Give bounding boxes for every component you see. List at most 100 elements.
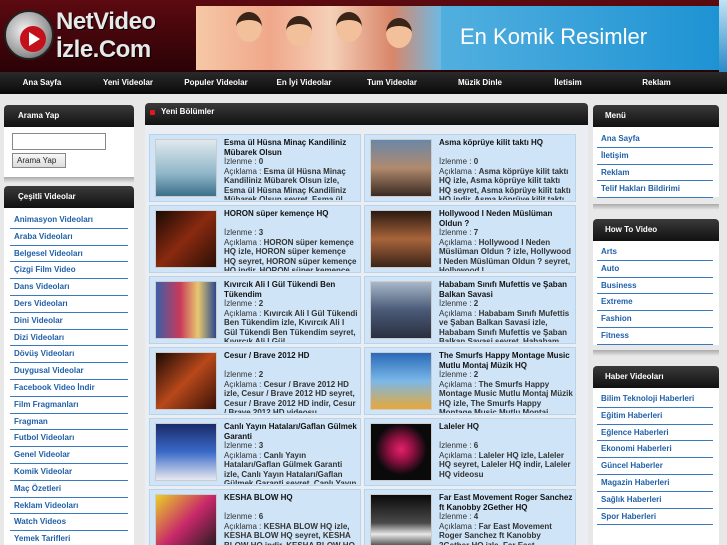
video-card[interactable]: Hababam Sınıfı Mufettis ve Şaban Balkan … xyxy=(364,276,576,344)
views-label: İzlenme : xyxy=(439,512,472,521)
video-title[interactable]: Kıvırcık Ali I Gül Tükendi Ben Tükendim xyxy=(224,280,358,299)
site-logo[interactable]: NetVideo İzle.Com xyxy=(2,4,192,68)
desc-label: Açıklama : xyxy=(224,166,262,176)
category-film-fragmanlari[interactable]: Film Fragmanları xyxy=(10,397,128,414)
category-dans[interactable]: Dans Videoları xyxy=(10,279,128,296)
video-thumbnail[interactable] xyxy=(155,423,217,481)
category-komik[interactable]: Komik Videolar xyxy=(10,464,128,481)
video-thumbnail[interactable] xyxy=(155,139,217,197)
nav-muzik-dinle[interactable]: Müzik Dinle xyxy=(436,72,524,94)
howto-fitness[interactable]: Fitness xyxy=(597,328,713,345)
nav-tum-videolar[interactable]: Tum Videolar xyxy=(348,72,436,94)
video-title[interactable]: Hababam Sınıfı Mufettis ve Şaban Balkan … xyxy=(439,280,573,299)
video-thumbnail[interactable] xyxy=(155,281,217,339)
category-reklam[interactable]: Reklam Videoları xyxy=(10,498,128,515)
nav-en-iyi-videolar[interactable]: En İyi Videolar xyxy=(260,72,348,94)
video-meta: İzlenme : 0 Açıklama : Esma ül Hüsna Mina… xyxy=(224,157,358,200)
search-input[interactable] xyxy=(12,133,106,150)
news-bilim[interactable]: Bilim Teknoloji Haberleri xyxy=(597,391,713,408)
video-thumbnail[interactable] xyxy=(370,352,432,410)
video-title[interactable]: HORON süper kemençe HQ xyxy=(224,209,358,219)
views-count: 6 xyxy=(473,441,479,450)
video-title[interactable]: Esma ül Hüsna Minaç Kandiliniz Mübarek O… xyxy=(224,138,358,157)
video-card[interactable]: Far East Movement Roger Sanchez ft Kanob… xyxy=(364,489,576,545)
category-watch-videos[interactable]: Watch Videos xyxy=(10,514,128,532)
banner-ad[interactable]: En Komik Resimler xyxy=(196,6,719,70)
video-card[interactable]: KESHA BLOW HQ İzlenme : 6 Açıklama : KESH… xyxy=(149,489,361,545)
category-duygusal[interactable]: Duygusal Videolar xyxy=(10,363,128,380)
nav-iletisim[interactable]: İletisim xyxy=(524,72,612,94)
howto-fashion[interactable]: Fashion xyxy=(597,311,713,328)
category-futbol[interactable]: Futbol Videoları xyxy=(10,430,128,448)
video-thumbnail[interactable] xyxy=(370,139,432,197)
video-title[interactable]: Canlı Yayın Hataları/Gaflan Gülmek Garan… xyxy=(224,422,358,441)
video-card[interactable]: Laleler HQ İzlenme : 6 Açıklama : Laleler… xyxy=(364,418,576,486)
views-count: 2 xyxy=(473,299,479,308)
main-nav: Ana Sayfa Yeni Videolar Populer Videolar… xyxy=(0,72,727,94)
video-meta: İzlenme : 2 Açıklama : Kıvırcık Ali I Gül… xyxy=(224,299,358,342)
news-list: Bilim Teknoloji Haberleri Eğitim Haberle… xyxy=(593,388,719,545)
video-card[interactable]: Asma köprüye kilit taktı HQ İzlenme : 0A… xyxy=(364,134,576,202)
video-meta: İzlenme : 7 Açıklama : Hollywood I Neden … xyxy=(439,228,573,271)
category-belgesel[interactable]: Belgesel Videoları xyxy=(10,246,128,263)
video-thumbnail[interactable] xyxy=(370,494,432,545)
nav-yeni-videolar[interactable]: Yeni Videolar xyxy=(84,72,172,94)
howto-arts[interactable]: Arts xyxy=(597,244,713,261)
video-card[interactable]: The Smurfs Happy Montage Music Mutlu Mon… xyxy=(364,347,576,415)
video-thumbnail[interactable] xyxy=(155,494,217,545)
search-button[interactable]: Arama Yap xyxy=(12,153,66,168)
video-title[interactable]: Laleler HQ xyxy=(439,422,573,432)
nav-ana-sayfa[interactable]: Ana Sayfa xyxy=(0,72,84,94)
category-yemek-tarifleri[interactable]: Yemek Tarifleri xyxy=(10,531,128,545)
news-saglik[interactable]: Sağlık Haberleri xyxy=(597,492,713,509)
video-thumbnail[interactable] xyxy=(155,352,217,410)
news-magazin[interactable]: Magazin Haberleri xyxy=(597,475,713,492)
video-card[interactable]: Canlı Yayın Hataları/Gaflan Gülmek Garan… xyxy=(149,418,361,486)
views-count: 4 xyxy=(473,512,479,521)
video-card[interactable]: Kıvırcık Ali I Gül Tükendi Ben Tükendim … xyxy=(149,276,361,344)
category-facebook[interactable]: Facebook Video İndir xyxy=(10,380,128,397)
video-card[interactable]: HORON süper kemençe HQ İzlenme : 3 Açıkla… xyxy=(149,205,361,273)
category-mac-ozetleri[interactable]: Maç Özetleri xyxy=(10,481,128,498)
video-card[interactable]: Esma ül Hüsna Minaç Kandiliniz Mübarek O… xyxy=(149,134,361,202)
video-thumbnail[interactable] xyxy=(370,423,432,481)
video-card[interactable]: Hollywood I Neden Müslüman Oldun ? İzlen… xyxy=(364,205,576,273)
menu-list: Ana Sayfa İletişim Reklam Telif Hakları … xyxy=(593,127,719,199)
video-title[interactable]: Far East Movement Roger Sanchez ft Kanob… xyxy=(439,493,573,512)
category-dizi[interactable]: Dizi Videoları xyxy=(10,330,128,347)
category-dini[interactable]: Dini Videolar xyxy=(10,313,128,330)
category-animasyon[interactable]: Animasyon Videoları xyxy=(10,212,128,229)
category-fragman[interactable]: Fragman xyxy=(10,414,128,431)
desc-label: Açıklama : xyxy=(439,237,477,247)
news-spor[interactable]: Spor Haberleri xyxy=(597,509,713,526)
video-title[interactable]: Asma köprüye kilit taktı HQ xyxy=(439,138,573,148)
howto-extreme[interactable]: Extreme xyxy=(597,294,713,312)
news-guncel[interactable]: Güncel Haberler xyxy=(597,458,713,475)
menu-ana-sayfa[interactable]: Ana Sayfa xyxy=(597,131,713,148)
category-dovus[interactable]: Dövüş Videoları xyxy=(10,346,128,364)
video-card[interactable]: Cesur / Brave 2012 HD İzlenme : 2 Açıklam… xyxy=(149,347,361,415)
video-title[interactable]: KESHA BLOW HQ xyxy=(224,493,358,503)
howto-auto[interactable]: Auto xyxy=(597,261,713,278)
menu-iletisim[interactable]: İletişim xyxy=(597,148,713,165)
howto-business[interactable]: Business xyxy=(597,278,713,295)
video-thumbnail[interactable] xyxy=(370,210,432,268)
news-eglence[interactable]: Eğlence Haberleri xyxy=(597,425,713,442)
menu-reklam[interactable]: Reklam xyxy=(597,165,713,182)
menu-title: Menü xyxy=(593,105,719,127)
category-ders[interactable]: Ders Videoları xyxy=(10,296,128,313)
menu-telif[interactable]: Telif Hakları Bildirimi xyxy=(597,181,713,199)
nav-reklam[interactable]: Reklam xyxy=(612,72,701,94)
video-title[interactable]: The Smurfs Happy Montage Music Mutlu Mon… xyxy=(439,351,573,370)
video-title[interactable]: Cesur / Brave 2012 HD xyxy=(224,351,358,361)
category-cizgi-film[interactable]: Çizgi Film Video xyxy=(10,262,128,280)
category-genel[interactable]: Genel Videolar xyxy=(10,447,128,464)
news-ekonomi[interactable]: Ekonomi Haberleri xyxy=(597,441,713,459)
video-title[interactable]: Hollywood I Neden Müslüman Oldun ? xyxy=(439,209,573,228)
nav-populer-videolar[interactable]: Populer Videolar xyxy=(172,72,260,94)
news-egitim[interactable]: Eğitim Haberleri xyxy=(597,408,713,425)
category-araba[interactable]: Araba Videoları xyxy=(10,229,128,246)
banner-photo xyxy=(196,6,441,70)
video-thumbnail[interactable] xyxy=(155,210,217,268)
video-thumbnail[interactable] xyxy=(370,281,432,339)
